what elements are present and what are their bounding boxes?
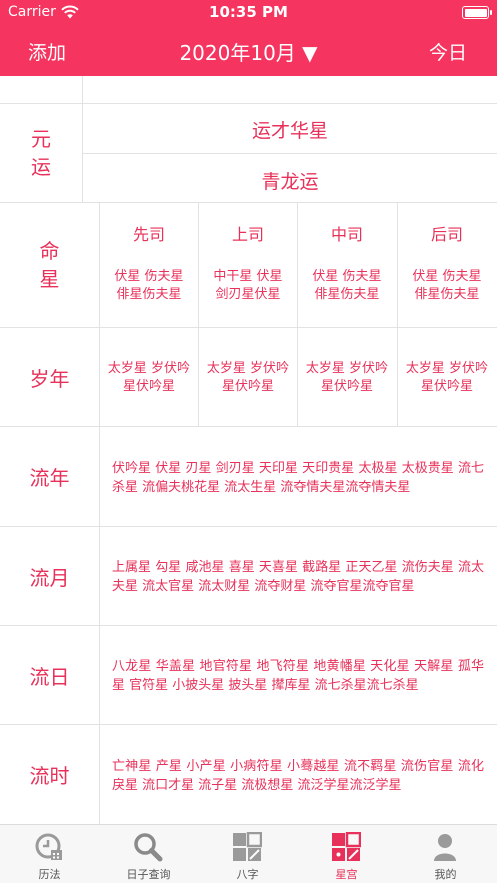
tab-rizi-chaxun-label: 日子查询 bbox=[126, 868, 171, 881]
calendar-clock-icon bbox=[35, 833, 62, 860]
yuanyun-top: 运才华星 bbox=[251, 120, 328, 142]
col-head-housi: 后司 bbox=[430, 225, 463, 244]
liushi-text: 亡神星 产星 小产星 小病符星 小蓦越星 流不羁星 流伤官星 流化戾星 流口才星… bbox=[112, 759, 484, 793]
row-label-liushi: 流时 bbox=[29, 763, 70, 788]
tab-xinggong-label: 星宫 bbox=[335, 868, 358, 881]
tab-lifa[interactable]: 历法 bbox=[0, 825, 99, 883]
row-label-liunian: 流年 bbox=[29, 466, 70, 490]
tab-bar: 历法 日子查询 八字 星宫 我的 bbox=[0, 824, 497, 883]
mingxing-cell-zhongsi: 伏星 伤夫星 俳星伤夫星 bbox=[312, 269, 382, 302]
user-icon bbox=[434, 834, 456, 861]
star-palace-grid-icon bbox=[332, 832, 361, 861]
mingxing-cell-xiansi: 伏星 伤夫星 俳星伤夫星 bbox=[114, 269, 184, 302]
yuanyun-bottom: 青龙运 bbox=[261, 171, 319, 193]
battery-icon bbox=[462, 6, 492, 19]
col-head-zhongsi: 中司 bbox=[330, 225, 363, 244]
suinian-cell-2: 太岁星 岁伏吟星伏吟星 bbox=[206, 361, 290, 394]
row-label-mingxing: 命星 bbox=[39, 239, 60, 291]
row-label-yuanyun: 元运 bbox=[31, 127, 51, 179]
liuri-text: 八龙星 华盖星 地官符星 地飞符星 地黄幡星 天化星 天解星 孤华星 官符星 小… bbox=[112, 659, 484, 693]
liuyue-text: 上属星 勾星 咸池星 喜星 天喜星 截路星 正天乙星 流伤夫星 流太夫星 流太官… bbox=[112, 560, 484, 594]
mingxing-cell-shangsi: 中干星 伏星 剑刃星伏星 bbox=[213, 269, 283, 302]
status-bar: Carrier 10:35 PM bbox=[0, 0, 497, 24]
tab-wode-label: 我的 bbox=[434, 868, 457, 881]
tab-bazi[interactable]: 八字 bbox=[198, 825, 297, 883]
clock: 10:35 PM bbox=[209, 3, 288, 21]
magnifier-icon bbox=[134, 833, 163, 862]
bazi-grid-icon bbox=[233, 832, 262, 861]
suinian-cell-3: 太岁星 岁伏吟星伏吟星 bbox=[305, 361, 389, 394]
tab-rizi-chaxun[interactable]: 日子查询 bbox=[99, 825, 198, 883]
nav-bar: 添加 2020年10月 ▼ 今日 bbox=[0, 24, 497, 76]
tab-wode[interactable]: 我的 bbox=[396, 825, 495, 883]
col-head-xiansi: 先司 bbox=[132, 225, 165, 244]
star-palace-table[interactable]: 元运 运才华星 青龙运 命星 先司 上司 中司 后司 伏星 伤夫星 俳星伤夫星 … bbox=[0, 76, 497, 824]
row-label-liuyue: 流月 bbox=[29, 565, 70, 590]
tab-bazi-label: 八字 bbox=[236, 868, 259, 881]
tab-lifa-label: 历法 bbox=[38, 868, 61, 881]
suinian-cell-4: 太岁星 岁伏吟星伏吟星 bbox=[405, 361, 489, 394]
col-head-shangsi: 上司 bbox=[231, 225, 264, 244]
row-label-suinian: 岁年 bbox=[29, 366, 70, 391]
liunian-text: 伏吟星 伏星 刃星 剑刃星 天印星 天印贵星 太极星 太极贵星 流七杀星 流偏夫… bbox=[112, 461, 484, 495]
today-button[interactable]: 今日 bbox=[429, 38, 467, 65]
month-selector[interactable]: 2020年10月 ▼ bbox=[0, 37, 497, 66]
row-label-liuri: 流日 bbox=[29, 664, 70, 689]
suinian-cell-1: 太岁星 岁伏吟星伏吟星 bbox=[107, 361, 191, 394]
tab-xinggong[interactable]: 星宫 bbox=[297, 825, 396, 883]
mingxing-cell-housi: 伏星 伤夫星 俳星伤夫星 bbox=[412, 269, 482, 302]
